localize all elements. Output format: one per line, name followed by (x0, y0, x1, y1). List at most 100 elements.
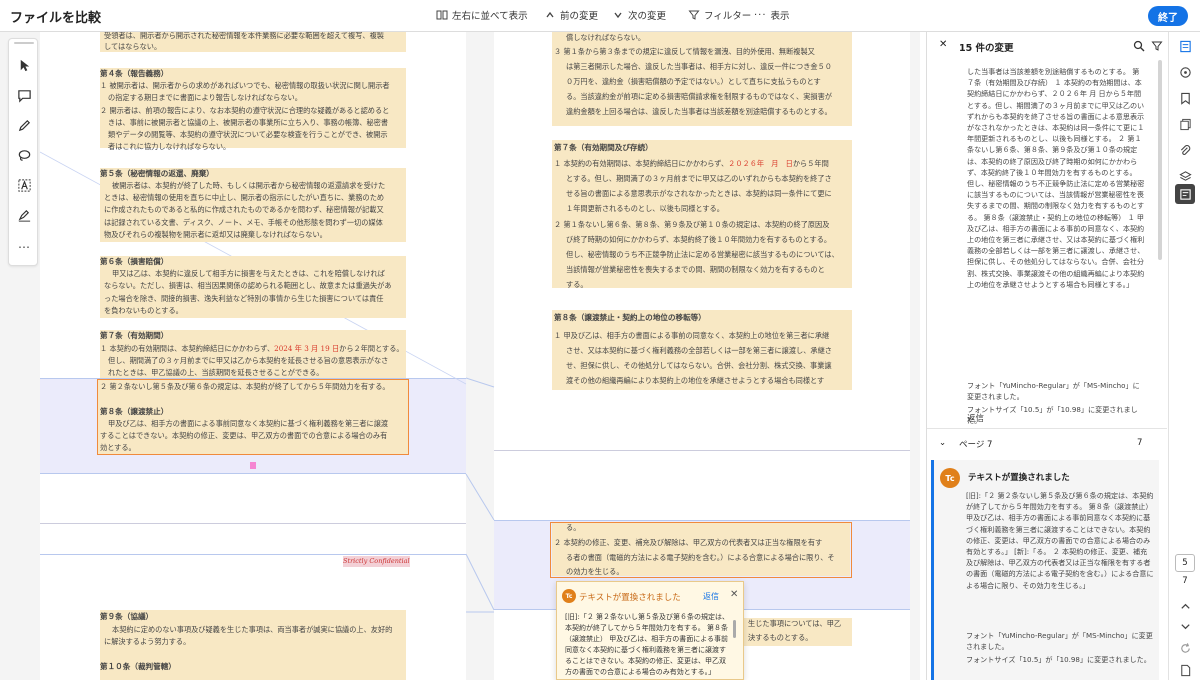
left-heading: 第４条（報告義務） (100, 69, 169, 78)
view-button[interactable]: ··· 表示 (754, 8, 790, 23)
current-page-field[interactable]: 5 (1175, 554, 1195, 572)
popup-title: テキストが置換されました (579, 593, 681, 603)
panel-reply-link[interactable]: 返信 (967, 412, 984, 424)
chevron-up-icon (1180, 603, 1190, 609)
prev-change-button[interactable]: 前の変更 (544, 8, 598, 22)
more-icon: ··· (754, 9, 767, 21)
document-button[interactable] (1175, 660, 1195, 680)
left-change-box[interactable] (97, 379, 409, 455)
bookmark-icon (1180, 92, 1190, 105)
right-line: は第三者開示した場合、違反した当事者は、相手方に対し、違反一件につき金５０ (566, 62, 832, 71)
sign-tool[interactable] (14, 205, 34, 225)
left-heading: 第６条（損害賠償） (100, 257, 169, 266)
page-group-count: 7 (1137, 438, 1143, 448)
right-line-part: から５年間 (792, 159, 829, 168)
pages-button[interactable] (1175, 114, 1195, 134)
sign-icon (18, 209, 30, 222)
comment-icon (1179, 66, 1191, 78)
left-line: 者はこれに協力しなければならない。 (108, 142, 231, 151)
more-tools[interactable]: ⋯ (14, 237, 34, 257)
right-heading: 第８条（譲渡禁止・契約上の地位の移転等） (554, 313, 706, 322)
chevron-down-icon (614, 12, 622, 19)
panel-scrollbar[interactable] (1158, 60, 1162, 260)
page-down-button[interactable] (1175, 616, 1195, 636)
left-line: 物及びそれらの複製物を開示者に返却又は廃棄しなければならない。 (104, 230, 327, 239)
left-line: きは、事前に被開示者と協議の上、被開示者の事業所に立ち入り、事務の帳簿、秘密書 (108, 118, 389, 127)
layers-button[interactable] (1175, 166, 1195, 186)
next-change-button[interactable]: 次の変更 (612, 8, 666, 22)
text-select-icon (17, 178, 31, 192)
card-size-change: フォントサイズ「10.5」が「10.98」に変更されました。 (966, 655, 1151, 664)
right-line: １ 本契約の有効期間は、本契約締結日にかかわらず、２０２６年 月 日から５年間 (554, 158, 829, 169)
popup-scrollbar[interactable] (733, 620, 736, 638)
change-card[interactable]: Tc テキストが置換されました [旧]:「２ 第２条ないし第５条及び第６条の規定… (931, 460, 1159, 680)
chevron-down-icon[interactable]: ⌄ (939, 438, 946, 448)
changes-panel: ✕ 15 件の変更 した当事者は当該差額を別途賠償するものとする。 第７条（有効… (926, 32, 1167, 680)
left-line: ときは、秘密情報の使用を直ちに中止し、開示者の指示にしたがい直ちに、業務のため (104, 193, 385, 202)
right-line: 決するものとする。 (748, 633, 813, 642)
right-line: せ、担保に供し、その他処分してはならない。合併、会社分割、株式交換、事業譲 (566, 361, 832, 370)
size-change-text: フォントサイズ「10.5」が「10.98」に変更されました。 (967, 405, 1138, 426)
select-tool[interactable] (14, 55, 34, 75)
change-popup[interactable]: Tc テキストが置換されました 返信 ✕ [旧]:「２ 第２条ないし第５条及び第… (556, 581, 744, 680)
right-line: とする。但し、期間満了の３ヶ月前までに甲又は乙のいずれからも本契約を終了さ (566, 174, 832, 183)
left-line: １ 本契約の有効期間は、本契約締結日にかかわらず、2024 年 3 月 19 日… (100, 343, 404, 354)
left-line: に解決するよう努力する。 (104, 637, 191, 646)
filter-icon[interactable] (1151, 40, 1163, 52)
right-line: ０万円を、違約金（損害賠償額の予定ではない。）として直ちに支払うものとす (566, 77, 821, 86)
card-title: テキストが置換されました (968, 473, 1070, 483)
right-line: 生じた事項については、甲乙 (748, 619, 842, 628)
comments-button[interactable] (1175, 62, 1195, 82)
panel-title: 15 件の変更 (959, 43, 1014, 54)
view-label: 表示 (770, 11, 790, 22)
right-line: 但し、秘密情報のうち不正競争防止法に定める営業秘密に該当するものについては、 (566, 250, 839, 259)
text-select-tool[interactable] (14, 175, 34, 195)
filter-button[interactable]: フィルター (688, 8, 751, 22)
comment-tool[interactable] (14, 85, 34, 105)
right-line: 渡その他の組織再編により本契約上の地位を承継させようとする場合も同様とす (566, 376, 825, 385)
attachments-button[interactable] (1175, 140, 1195, 160)
right-change-box[interactable] (550, 522, 852, 578)
lasso-tool[interactable] (14, 145, 34, 165)
right-line: させ、又は本契約に基づく権利義務の全部若しくは一部を第三者に譲渡し、承継さ (566, 346, 832, 355)
search-icon[interactable] (1133, 40, 1145, 52)
palette-grip[interactable] (14, 42, 34, 44)
left-line-part: から２年間とする。 (339, 344, 404, 353)
left-line: ２ 開示者は、前項の報告により、なお本契約の遵守状況に合理的な疑義があると認める… (100, 106, 390, 115)
compare-active-icon (1179, 188, 1191, 200)
draw-tool[interactable] (14, 115, 34, 135)
card-font-change: フォント「YuMincho-Regular」が「MS-Mincho」に変更されま… (966, 631, 1153, 652)
pen-icon (18, 119, 30, 131)
layers-icon (1178, 170, 1192, 181)
right-changed-date: ２０２６年 月 日 (728, 159, 793, 168)
prev-change-label: 前の変更 (560, 11, 599, 22)
top-toolbar: ファイルを比較 左右に並べて表示 前の変更 次の変更 フィルター ··· 表示 … (0, 0, 1200, 32)
close-icon[interactable]: ✕ (939, 39, 947, 50)
right-line: ２ 第１条ないし第６条、第８条、第９条及び第１０条の規定は、本契約の終了原因及 (554, 220, 830, 229)
confidential-label: Strictly Confidential (343, 556, 410, 567)
bookmark-button[interactable] (1175, 88, 1195, 108)
change-marker-icon[interactable] (250, 462, 256, 469)
right-icon-rail: 5 7 (1168, 32, 1200, 680)
right-line: する。 (566, 280, 588, 289)
done-button[interactable]: 終了 (1148, 6, 1188, 26)
comment-icon (17, 89, 31, 103)
right-line: １ 甲及び乙は、相手方の書面による事前の同意なく、本契約上の地位を第三者に承継 (554, 331, 830, 340)
page-group-label[interactable]: ページ 7 (959, 438, 992, 450)
document-icon (1180, 664, 1190, 676)
close-icon[interactable]: ✕ (730, 589, 738, 600)
compare-active-button[interactable] (1175, 184, 1195, 204)
next-change-label: 次の変更 (628, 11, 667, 22)
font-change-text: フォント「YuMincho-Regular」が「MS-Mincho」に変更されま… (967, 381, 1140, 402)
side-by-side-button[interactable]: 左右に並べて表示 (436, 8, 528, 22)
left-line: は記録されている文書、ディスク、ノート、メモ、手帳その他形態を問わず一切の媒体 (104, 218, 383, 227)
left-line: 被開示者は、本契約が終了した時、もしくは開示者から秘密情報の返還請求を受けた (112, 181, 386, 190)
page-up-button[interactable] (1175, 596, 1195, 616)
popup-reply-link[interactable]: 返信 (703, 591, 719, 602)
refresh-button[interactable] (1175, 638, 1195, 658)
compare-panel-button[interactable] (1175, 36, 1195, 56)
right-line: 当該情報が営業秘密性を喪失するまでの間、期間の制限なく効力を有するものと (566, 265, 825, 274)
paperclip-icon (1180, 144, 1190, 155)
document-area: 受領者は、開示者から開示された秘密情報を本件業務に必要な範囲を超えて複写、複製 … (0, 32, 920, 680)
left-line: に作成されたものであると私的に作成されたものであるかを問わず、秘密情報が記載又 (104, 205, 384, 214)
